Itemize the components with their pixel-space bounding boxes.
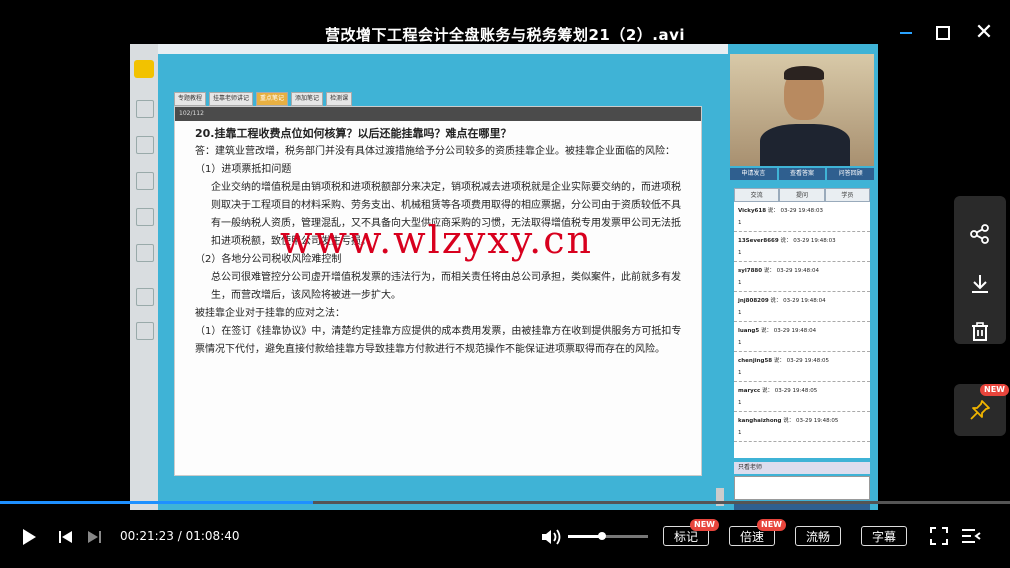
slide-item1-title: （1）进项票抵扣问题: [195, 164, 292, 175]
chat-tools: 只看老师: [734, 462, 870, 474]
slide-tab: 挂靠老师讲记: [209, 92, 254, 106]
chat-message: syl7880 说： 03-29 19:48:04 1: [734, 262, 870, 292]
chat-message: chenjing58 说： 03-29 19:48:05 1: [734, 352, 870, 382]
slide-counter: 102/112: [175, 107, 701, 121]
video-app-left-toolbar: [130, 44, 158, 510]
chat-tab: 交流: [734, 188, 780, 202]
slide-tab: 添加笔记: [291, 92, 324, 106]
minimize-icon: [900, 32, 912, 34]
cam-button: 申请发言: [730, 168, 777, 180]
mark-new-badge: NEW: [690, 519, 719, 531]
watermark: www.wlzyxy.cn: [280, 218, 594, 262]
delete-icon: [972, 322, 988, 341]
volume-knob[interactable]: [598, 532, 607, 540]
next-icon: [88, 531, 101, 543]
chat-message: Vicky618 说： 03-29 19:48:03 1: [734, 202, 870, 232]
tool-icon: [136, 288, 154, 306]
volume-icon: [542, 529, 561, 545]
window-title: 营改增下工程会计全盘账务与税务筹划21（2）.avi: [324, 26, 686, 44]
cam-button: 查看答案: [778, 168, 826, 180]
chat-log: Vicky618 说： 03-29 19:48:03 1 13Sever8669 …: [734, 202, 870, 458]
share-icon: [970, 224, 989, 244]
maximize-icon: [936, 26, 950, 40]
video-frame[interactable]: 专题教程 挂靠老师讲记 重点笔记 添加笔记 检测课 102/112 20.挂靠工…: [130, 44, 878, 510]
lecture-slide: 102/112 20.挂靠工程收费点位如何核算？以后还能挂靠吗？难点在哪里？ 答…: [174, 106, 702, 476]
playlist-button[interactable]: [960, 526, 982, 546]
total-time: 01:08:40: [185, 529, 240, 543]
quality-button[interactable]: 流畅: [795, 526, 841, 546]
video-app-topbar: [158, 44, 728, 54]
previous-button[interactable]: [56, 527, 76, 547]
download-button[interactable]: [968, 272, 992, 296]
tool-icon: [136, 172, 154, 190]
subtitle-button[interactable]: 字幕: [861, 526, 907, 546]
slide-tab: 专题教程: [174, 92, 207, 106]
chat-message: jnj808209 说： 03-29 19:48:04 1: [734, 292, 870, 322]
current-time: 00:21:23: [120, 529, 174, 543]
speed-new-badge: NEW: [757, 519, 786, 531]
volume-fill: [568, 535, 603, 538]
next-button[interactable]: [84, 527, 104, 547]
chat-tab: 提问: [779, 188, 825, 202]
webcam-feed: [730, 54, 874, 166]
video-app-logo: [134, 60, 154, 78]
previous-icon: [59, 531, 72, 543]
slide-tab: 重点笔记: [256, 92, 289, 106]
slide-response-title: 被挂靠企业对于挂靠的应对之法：: [195, 308, 345, 319]
fullscreen-icon: [930, 527, 948, 545]
close-button[interactable]: ✕: [973, 22, 995, 44]
chat-message: luang5 说： 03-29 19:48:04 1: [734, 322, 870, 352]
download-icon: [972, 275, 988, 293]
slide-item2-body: 总公司很难管控分公司虚开增值税发票的违法行为，而相关责任将由总公司承担，类似案件…: [211, 272, 681, 301]
chat-message: marycc 说： 03-29 19:48:05 1: [734, 382, 870, 412]
chat-tabs: 交流 提问 学员: [734, 188, 870, 202]
tool-icon: [136, 136, 154, 154]
share-button[interactable]: [968, 222, 992, 246]
fullscreen-button[interactable]: [929, 526, 949, 546]
time-display: 00:21:23 / 01:08:40: [120, 529, 240, 543]
playlist-icon: [962, 529, 981, 543]
progress-bar[interactable]: [0, 501, 1010, 504]
tool-icon: [136, 322, 154, 340]
play-icon: [23, 529, 36, 545]
tool-icon: [136, 244, 154, 262]
slide-question: 20.挂靠工程收费点位如何核算？以后还能挂靠吗？难点在哪里？: [195, 127, 512, 140]
progress-fill: [0, 501, 314, 504]
chat-message: kanghaizhong 说： 03-29 19:48:05 1: [734, 412, 870, 442]
pin-new-badge: NEW: [980, 384, 1009, 396]
close-icon: ✕: [974, 20, 994, 45]
webcam-buttons: 申请发言 查看答案 问答回顾: [730, 168, 875, 180]
cam-button: 问答回顾: [827, 168, 875, 180]
slide-response1: （1）在签订《挂靠协议》中，清楚约定挂靠方应提供的成本费用发票，由被挂靠方在收到…: [195, 326, 682, 355]
tool-icon: [136, 100, 154, 118]
chat-message: 13Sever8669 说： 03-29 19:48:03 1: [734, 232, 870, 262]
maximize-button[interactable]: [932, 22, 954, 44]
chat-tab: 学员: [824, 188, 870, 202]
slide-tabs: 专题教程 挂靠老师讲记 重点笔记 添加笔记 检测课: [174, 92, 353, 106]
minimize-button[interactable]: [895, 22, 917, 44]
delete-button[interactable]: [968, 320, 992, 344]
chat-input: [734, 476, 870, 500]
tool-icon: [136, 208, 154, 226]
slide-answer-lead: 答：建筑业营改增，税务部门并没有具体过渡措施给予分公司较多的资质挂靠企业。被挂靠…: [195, 146, 675, 157]
play-button[interactable]: [18, 526, 40, 548]
slide-tab: 检测课: [326, 92, 353, 106]
volume-slider[interactable]: [568, 532, 648, 540]
side-panel: [954, 196, 1006, 344]
window-titlebar: 营改增下工程会计全盘账务与税务筹划21（2）.avi ✕: [0, 0, 1010, 45]
pin-icon: [970, 400, 990, 420]
time-separator: /: [177, 529, 182, 543]
volume-button[interactable]: [540, 526, 562, 548]
